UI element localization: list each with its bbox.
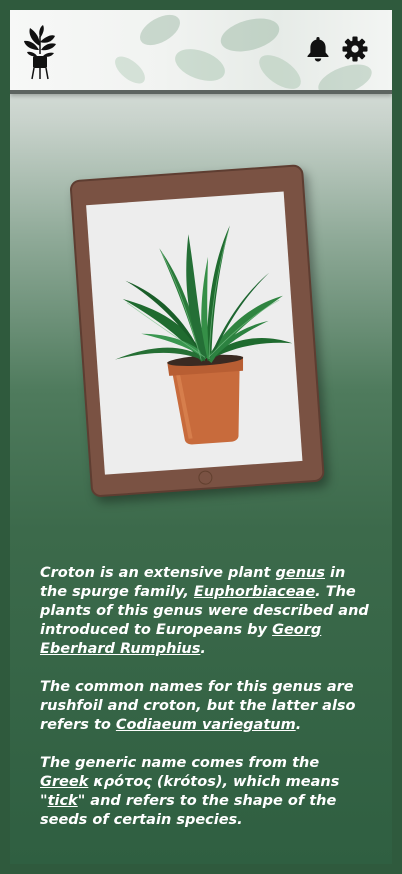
plant-logo-icon[interactable]: [22, 24, 58, 80]
tablet-screen: [86, 191, 303, 475]
app-header: [10, 10, 392, 94]
description-paragraph-1: Croton is an extensive plant genus in th…: [40, 564, 370, 659]
link-tick[interactable]: tick: [48, 793, 78, 809]
bell-icon[interactable]: [306, 36, 330, 62]
description-paragraph-2: The common names for this genus are rush…: [40, 678, 370, 735]
tablet-illustration: [69, 164, 325, 498]
header-leaf-background: [115, 14, 372, 90]
paragraph-text: The generic name comes from the: [40, 755, 320, 771]
paragraph-text: Croton is an extensive plant: [40, 565, 276, 581]
link-genus[interactable]: genus: [275, 565, 325, 581]
link-euphorbiaceae[interactable]: Euphorbiaceae: [194, 584, 315, 600]
potted-plant-image: [114, 225, 293, 445]
paragraph-text: .: [295, 717, 302, 733]
link-greek[interactable]: Greek: [40, 774, 88, 790]
link-codiaeum-variegatum[interactable]: Codiaeum variegatum: [116, 717, 296, 733]
app-frame: Croton is an extensive plant genus in th…: [10, 10, 392, 864]
description-paragraph-3: The generic name comes from the Greek κρ…: [40, 754, 370, 830]
gear-icon[interactable]: [342, 36, 368, 62]
paragraph-text: " and refers to the shape of the seeds o…: [40, 793, 337, 828]
plant-description: Croton is an extensive plant genus in th…: [40, 564, 370, 849]
paragraph-text: .: [200, 641, 206, 657]
